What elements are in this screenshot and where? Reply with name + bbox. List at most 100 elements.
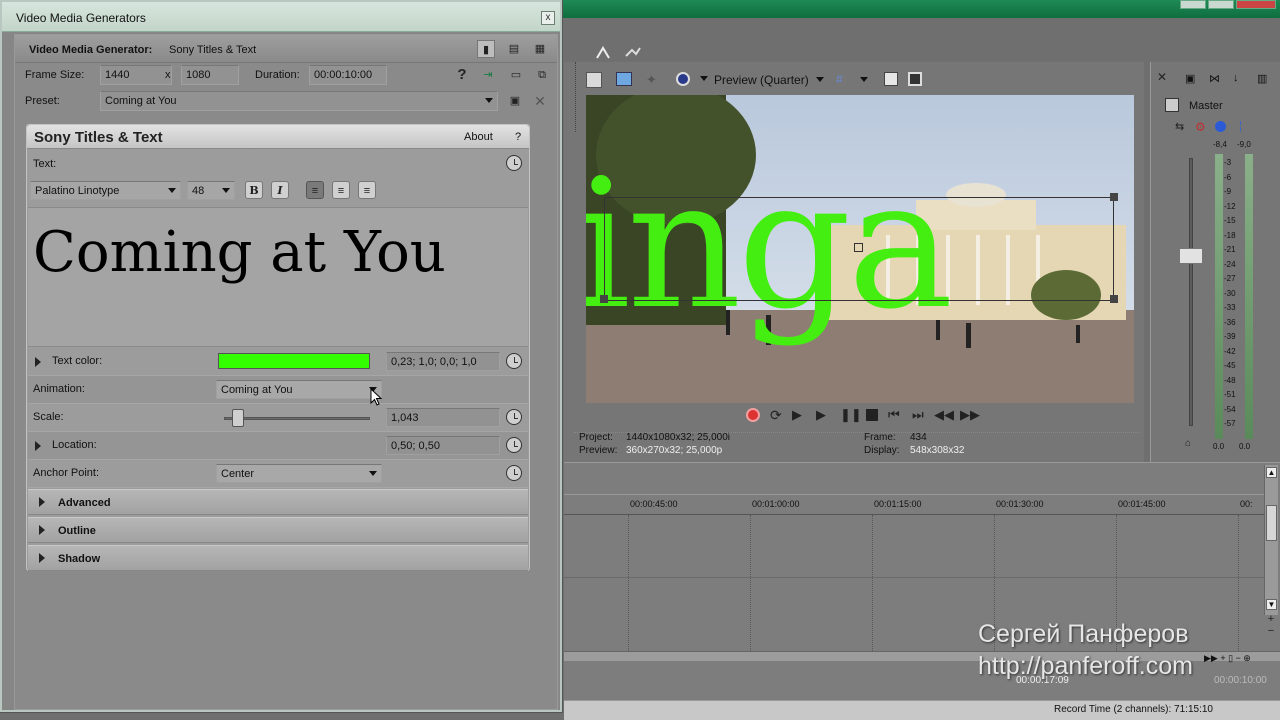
view-double-icon[interactable]: ▤: [505, 40, 523, 58]
mute-icon[interactable]: [1215, 121, 1226, 132]
preview-dock-grip[interactable]: [564, 62, 576, 132]
anchor-handle[interactable]: [854, 243, 863, 252]
align-left-icon[interactable]: ≡: [306, 181, 324, 199]
scale-slider-thumb[interactable]: [232, 409, 244, 427]
quality-dropdown-arrow[interactable]: [816, 77, 824, 82]
stop-icon[interactable]: [866, 409, 878, 421]
ruler-tick-label: 00:01:00:00: [752, 499, 800, 509]
master-fader-handle[interactable]: [1179, 248, 1203, 264]
play-from-start-icon[interactable]: ▶: [792, 407, 802, 423]
split-screen-icon[interactable]: ✦: [646, 72, 660, 87]
sync-cursor-icon[interactable]: ⇥: [479, 66, 497, 84]
maximize-button[interactable]: [1208, 0, 1234, 9]
dim-output-icon[interactable]: ↓: [1233, 72, 1239, 84]
scale-keyframe-icon[interactable]: [506, 409, 522, 425]
expand-arrow-icon[interactable]: [35, 441, 41, 451]
resize-handle[interactable]: [1110, 193, 1118, 201]
view-single-icon[interactable]: ▮: [477, 40, 495, 58]
split-edit-icon[interactable]: [594, 46, 614, 60]
scale-slider-track[interactable]: [224, 417, 370, 420]
save-snapshot-icon[interactable]: [908, 72, 922, 86]
bus-fx-icon[interactable]: ⚙: [1195, 120, 1206, 134]
bold-button[interactable]: B: [245, 181, 263, 199]
app-close-button[interactable]: [1236, 0, 1276, 9]
record-button[interactable]: [746, 408, 760, 422]
preset-select[interactable]: Coming at You: [100, 91, 498, 111]
mouse-cursor-icon: [370, 387, 383, 406]
color-keyframe-icon[interactable]: [506, 353, 522, 369]
video-media-generators-dialog: Video Media Generators x Video Media Gen…: [0, 0, 562, 712]
mixer-settings-icon[interactable]: ▥: [1257, 72, 1267, 85]
overlays-icon[interactable]: #: [836, 72, 850, 86]
zoom-out-icon[interactable]: −: [1264, 625, 1278, 637]
text-color-swatch[interactable]: [218, 353, 370, 369]
text-color-value[interactable]: 0,23; 1,0; 0,0; 1,0: [386, 352, 500, 371]
location-value[interactable]: 0,50; 0,50: [386, 436, 500, 455]
envelope-tool-icon[interactable]: [624, 46, 644, 60]
duration-input[interactable]: 00:00:10:00: [309, 65, 387, 85]
outline-section[interactable]: Outline: [28, 517, 528, 543]
loop-playback-icon[interactable]: ⟳: [770, 407, 782, 424]
delete-preset-icon[interactable]: ✕: [531, 92, 549, 110]
save-preset-icon[interactable]: ▣: [506, 92, 524, 110]
animation-select[interactable]: Coming at You: [216, 380, 382, 399]
video-fx-icon[interactable]: [676, 72, 690, 86]
text-keyframe-icon[interactable]: [506, 155, 522, 171]
about-link[interactable]: About: [464, 131, 493, 143]
resize-handle[interactable]: [600, 295, 608, 303]
external-monitor-icon[interactable]: [616, 72, 632, 86]
scroll-up-icon[interactable]: ▲: [1266, 467, 1277, 478]
downmix-icon[interactable]: ⋈: [1209, 72, 1220, 85]
play-icon[interactable]: ▶: [816, 407, 826, 423]
advanced-section[interactable]: Advanced: [28, 489, 528, 515]
font-size-select[interactable]: 48: [187, 181, 235, 200]
display-icon[interactable]: ▭: [507, 66, 525, 84]
minimize-button[interactable]: [1180, 0, 1206, 9]
anchor-select[interactable]: Center: [216, 464, 382, 483]
italic-button[interactable]: I: [271, 181, 289, 199]
align-center-icon[interactable]: ≡: [332, 181, 350, 199]
mixer-properties-icon[interactable]: ▣: [1185, 72, 1195, 85]
expand-arrow-icon[interactable]: [35, 357, 41, 367]
preview-quality-select[interactable]: Preview (Quarter): [714, 73, 809, 87]
bus-routing-icon[interactable]: ⇆: [1175, 120, 1184, 133]
copy-snapshot-icon[interactable]: [884, 72, 898, 86]
anchor-keyframe-icon[interactable]: [506, 465, 522, 481]
scroll-down-icon[interactable]: ▼: [1266, 599, 1277, 610]
go-to-end-icon[interactable]: ⏭: [912, 407, 924, 423]
overlays-dropdown-arrow[interactable]: [860, 77, 868, 82]
master-properties-icon[interactable]: [1165, 98, 1179, 112]
scrollbar-thumb[interactable]: [1266, 505, 1277, 541]
frame-height-input[interactable]: 1080: [181, 65, 239, 85]
dialog-title-bar[interactable]: Video Media Generators x: [2, 2, 560, 32]
frame-info-value: 434: [910, 432, 927, 443]
shadow-section[interactable]: Shadow: [28, 545, 528, 571]
vertical-scrollbar[interactable]: ▲ ▼: [1264, 465, 1278, 615]
lock-icon[interactable]: ⌂: [1185, 438, 1191, 449]
help-icon[interactable]: ?: [453, 66, 471, 84]
preview-properties-icon[interactable]: [586, 72, 602, 88]
scale-value[interactable]: 1,043: [386, 408, 500, 427]
font-select[interactable]: Palatino Linotype: [30, 181, 181, 200]
preview-video-frame[interactable]: inga: [586, 95, 1134, 403]
generator-header: Video Media Generator: Sony Titles & Tex…: [15, 35, 557, 63]
frame-width-input[interactable]: 1440: [100, 65, 172, 85]
solo-icon[interactable]: ¦: [1239, 120, 1242, 132]
dialog-close-button[interactable]: x: [541, 11, 555, 25]
zoom-in-icon[interactable]: +: [1264, 613, 1278, 625]
fx-dropdown-arrow[interactable]: [700, 76, 708, 81]
next-frame-icon[interactable]: ▶▶: [960, 407, 980, 423]
mixer-close-icon[interactable]: ✕: [1157, 70, 1167, 84]
location-keyframe-icon[interactable]: [506, 437, 522, 453]
view-grid-icon[interactable]: ▦: [531, 40, 549, 58]
resize-handle[interactable]: [1110, 295, 1118, 303]
restore-icon[interactable]: ⧉: [533, 66, 551, 84]
align-right-icon[interactable]: ≡: [358, 181, 376, 199]
pause-icon[interactable]: ❚❚: [840, 407, 862, 423]
previous-frame-icon[interactable]: ◀◀: [934, 407, 954, 423]
go-to-start-icon[interactable]: ⏮: [888, 407, 900, 423]
timeline-nav-buttons[interactable]: ▶▶ + ▯ − ⊕: [1204, 653, 1280, 665]
text-edit-area[interactable]: Coming at You: [28, 207, 528, 347]
plugin-help-button[interactable]: ?: [515, 131, 521, 143]
title-text-content[interactable]: Coming at You: [33, 218, 446, 288]
